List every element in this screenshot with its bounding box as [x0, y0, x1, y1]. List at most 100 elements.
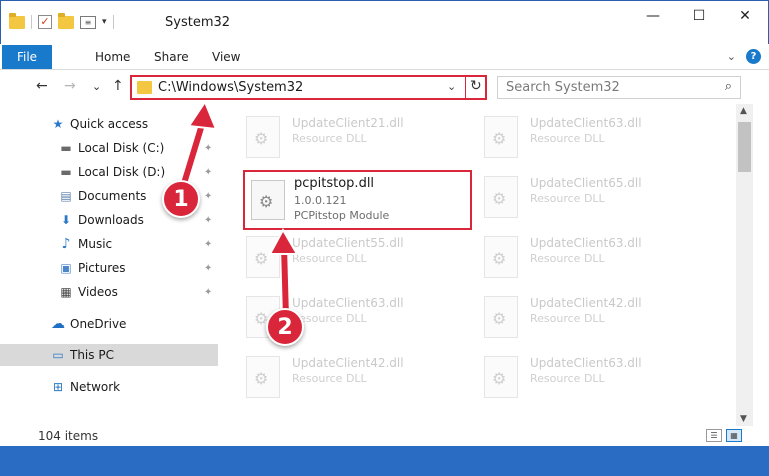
navigation-bar: ← → ⌄ ↑ C:\Windows\System32 ⌄ ↻ Search S… [0, 71, 769, 103]
pin-icon: ✦ [204, 238, 213, 250]
file-description: Resource DLL [292, 372, 367, 385]
expand-ribbon-icon[interactable]: ⌄ [727, 50, 736, 63]
scroll-down-icon[interactable]: ▼ [740, 414, 747, 424]
properties-check-icon[interactable]: ✓ [38, 15, 52, 29]
gear-icon: ⚙ [492, 129, 507, 148]
search-box[interactable]: Search System32 ⌕ [497, 76, 741, 99]
back-button[interactable]: ← [36, 78, 48, 94]
dll-file-icon: ⚙ [251, 180, 285, 220]
highlighted-file-item[interactable]: ⚙ pcpitstop.dll 1.0.0.121 PCPitstop Modu… [243, 170, 472, 230]
file-description: Resource DLL [530, 372, 605, 385]
scrollbar-thumb[interactable] [738, 122, 751, 172]
help-icon[interactable]: ? [746, 49, 761, 64]
sidebar-item-label: Local Disk (D:) [78, 165, 166, 179]
dll-file-icon: ⚙ [484, 116, 518, 158]
search-placeholder[interactable]: Search System32 [506, 80, 620, 95]
step-1-badge: 1 [162, 180, 200, 218]
maximize-button[interactable]: ☐ [676, 1, 722, 31]
star-icon: ★ [52, 117, 64, 131]
step-2-badge: 2 [266, 308, 304, 346]
status-bar: 104 items ☰ ▦ [0, 426, 769, 446]
sidebar-item-network[interactable]: ⊞ Network [0, 376, 218, 398]
toolbar-separator [112, 15, 114, 29]
scroll-up-icon[interactable]: ▲ [740, 106, 747, 116]
sidebar-item-this-pc[interactable]: ▭ This PC [0, 344, 218, 366]
close-button[interactable]: ✕ [722, 1, 768, 31]
dll-file-icon: ⚙ [246, 356, 280, 398]
sidebar-item-label: Downloads [78, 213, 144, 227]
new-folder-icon[interactable] [58, 12, 74, 29]
tab-home[interactable]: Home [95, 50, 130, 64]
gear-icon: ⚙ [492, 189, 507, 208]
file-name: UpdateClient63.dll [530, 116, 642, 130]
minimize-button[interactable]: — [630, 1, 676, 31]
file-description: Resource DLL [530, 132, 605, 145]
sidebar-item-videos[interactable]: ▦ Videos ✦ [0, 281, 218, 303]
properties-icon[interactable]: ≡ [80, 15, 96, 29]
toolbar-separator [31, 15, 32, 29]
recent-locations-button[interactable]: ⌄ [92, 80, 101, 93]
pin-icon: ✦ [204, 142, 213, 154]
folder-icon[interactable] [9, 12, 25, 29]
tab-share[interactable]: Share [154, 50, 189, 64]
pin-icon: ✦ [204, 286, 213, 298]
tab-view[interactable]: View [212, 50, 240, 64]
view-switcher: ☰ ▦ [706, 429, 742, 442]
downloads-icon: ⬇ [60, 213, 72, 227]
forward-button[interactable]: → [64, 78, 76, 94]
file-name: UpdateClient63.dll [530, 356, 642, 370]
videos-icon: ▦ [60, 285, 72, 299]
cloud-icon: ☁ [51, 316, 65, 332]
pin-icon: ✦ [204, 262, 213, 274]
file-description: Resource DLL [530, 252, 605, 265]
folder-icon [137, 81, 152, 94]
list-item[interactable]: ⚙ UpdateClient63.dll Resource DLL [484, 354, 694, 404]
pictures-icon: ▣ [60, 261, 72, 275]
file-description: Resource DLL [530, 192, 605, 205]
search-icon[interactable]: ⌕ [725, 79, 732, 94]
documents-icon: ▤ [60, 189, 72, 203]
item-count: 104 items [38, 429, 99, 443]
pin-icon: ✦ [204, 190, 213, 202]
gear-icon: ⚙ [254, 249, 269, 268]
sidebar-item-local-disk-c[interactable]: ▬ Local Disk (C:) ✦ [0, 137, 218, 159]
address-dropdown-button[interactable]: ⌄ [447, 80, 456, 93]
file-name: UpdateClient42.dll [530, 296, 642, 310]
refresh-button[interactable]: ↻ [470, 78, 482, 94]
list-item[interactable]: ⚙ UpdateClient42.dll Resource DLL [484, 294, 694, 344]
sidebar-item-label: Videos [78, 285, 118, 299]
sidebar-item-label: Network [70, 380, 121, 394]
list-item[interactable]: ⚙ UpdateClient21.dll Resource DLL [246, 114, 456, 164]
tab-file[interactable]: File [2, 45, 52, 69]
file-description: Resource DLL [530, 312, 605, 325]
file-name: UpdateClient42.dll [292, 356, 404, 370]
list-item[interactable]: ⚙ UpdateClient55.dll Resource DLL [246, 234, 456, 284]
sidebar-item-onedrive[interactable]: ☁ OneDrive [0, 313, 218, 335]
address-bar[interactable]: C:\Windows\System32 ⌄ ↻ [130, 75, 487, 100]
dll-file-icon: ⚙ [484, 356, 518, 398]
file-list: ⚙ UpdateClient21.dll Resource DLL ⚙ Upda… [218, 110, 736, 418]
sidebar-item-music[interactable]: ♪ Music ✦ [0, 233, 218, 255]
list-item[interactable]: ⚙ UpdateClient42.dll Resource DLL [246, 354, 456, 404]
up-button[interactable]: ↑ [112, 78, 124, 94]
file-name: UpdateClient65.dll [530, 176, 642, 190]
sidebar-item-label: This PC [70, 348, 114, 362]
sidebar-item-label: Music [78, 237, 113, 251]
dll-file-icon: ⚙ [246, 236, 280, 278]
file-name: UpdateClient21.dll [292, 116, 404, 130]
list-item[interactable]: ⚙ UpdateClient65.dll Resource DLL [484, 174, 694, 224]
list-item[interactable]: ⚙ UpdateClient63.dll Resource DLL [484, 114, 694, 164]
sidebar-item-pictures[interactable]: ▣ Pictures ✦ [0, 257, 218, 279]
vertical-scrollbar[interactable]: ▲ ▼ [736, 104, 753, 426]
customize-toolbar-dropdown[interactable]: ▾ [102, 17, 107, 27]
dll-file-icon: ⚙ [484, 236, 518, 278]
sidebar-item-label: Pictures [78, 261, 126, 275]
sidebar-item-quick-access[interactable]: ★ Quick access [0, 113, 218, 135]
details-view-icon[interactable]: ☰ [706, 429, 722, 442]
file-description: PCPitstop Module [294, 209, 390, 222]
window-title: System32 [165, 15, 231, 30]
tiles-view-icon[interactable]: ▦ [726, 429, 742, 442]
list-item[interactable]: ⚙ UpdateClient63.dll Resource DLL [484, 234, 694, 284]
address-path[interactable]: C:\Windows\System32 [158, 80, 303, 95]
dll-file-icon: ⚙ [246, 116, 280, 158]
